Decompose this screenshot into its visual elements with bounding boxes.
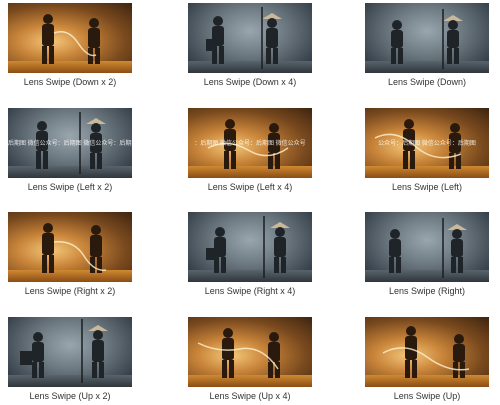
thumbnail-item[interactable]: Lens Swipe (Right x 2) <box>0 212 140 296</box>
thumbnail-item[interactable]: 后期图 微信公众号：后期图 微信公众号：后期图 Lens Swipe (Left… <box>0 108 140 192</box>
thumbnail-image[interactable] <box>8 3 132 73</box>
thumbnail-image[interactable] <box>188 3 312 73</box>
thumbnail-image[interactable]: ：后期图 微信公众号：后期图 微信公众号 <box>188 108 312 178</box>
thumbnail-grid: Lens Swipe (Down x 2) Lens Swipe (Down x… <box>0 0 500 405</box>
watermark-text: ：后期图 微信公众号：后期图 微信公众号 <box>194 141 306 147</box>
thumbnail-item[interactable]: Lens Swipe (Down x 2) <box>0 3 140 87</box>
thumbnail-item[interactable]: Lens Swipe (Down x 4) <box>180 3 320 87</box>
thumbnail-item[interactable]: Lens Swipe (Right x 4) <box>180 212 320 296</box>
thumbnail-image[interactable] <box>188 212 312 282</box>
thumbnail-caption: Lens Swipe (Left) <box>391 182 463 192</box>
thumbnail-caption: Lens Swipe (Down) <box>387 77 467 87</box>
thumbnail-caption: Lens Swipe (Right x 2) <box>24 286 116 296</box>
thumbnail-image[interactable] <box>365 212 489 282</box>
thumbnail-caption: Lens Swipe (Up x 2) <box>29 391 111 401</box>
thumbnail-image[interactable] <box>8 212 132 282</box>
thumbnail-caption: Lens Swipe (Up x 4) <box>209 391 291 401</box>
thumbnail-caption: Lens Swipe (Left x 2) <box>27 182 113 192</box>
watermark-text: 后期图 微信公众号：后期图 微信公众号：后期图 <box>8 141 132 147</box>
thumbnail-caption: Lens Swipe (Right) <box>388 286 466 296</box>
thumbnail-item[interactable]: Lens Swipe (Right) <box>357 212 497 296</box>
thumbnail-image[interactable] <box>8 317 132 387</box>
thumbnail-item[interactable]: Lens Swipe (Up x 4) <box>180 317 320 401</box>
thumbnail-item[interactable]: 公众号：后期图 微信公众号：后期图 Lens Swipe (Left) <box>357 108 497 192</box>
thumbnail-caption: Lens Swipe (Down x 2) <box>23 77 117 87</box>
thumbnail-item[interactable]: Lens Swipe (Up x 2) <box>0 317 140 401</box>
thumbnail-caption: Lens Swipe (Down x 4) <box>203 77 297 87</box>
thumbnail-item[interactable]: Lens Swipe (Up) <box>357 317 497 401</box>
thumbnail-caption: Lens Swipe (Up) <box>393 391 461 401</box>
thumbnail-caption: Lens Swipe (Left x 4) <box>207 182 293 192</box>
thumbnail-item[interactable]: ：后期图 微信公众号：后期图 微信公众号 Lens Swipe (Left x … <box>180 108 320 192</box>
watermark-text: 公众号：后期图 微信公众号：后期图 <box>378 141 476 147</box>
thumbnail-caption: Lens Swipe (Right x 4) <box>204 286 296 296</box>
thumbnail-item[interactable]: Lens Swipe (Down) <box>357 3 497 87</box>
thumbnail-image[interactable] <box>365 3 489 73</box>
thumbnail-image[interactable] <box>188 317 312 387</box>
thumbnail-image[interactable]: 后期图 微信公众号：后期图 微信公众号：后期图 <box>8 108 132 178</box>
thumbnail-image[interactable] <box>365 317 489 387</box>
thumbnail-image[interactable]: 公众号：后期图 微信公众号：后期图 <box>365 108 489 178</box>
